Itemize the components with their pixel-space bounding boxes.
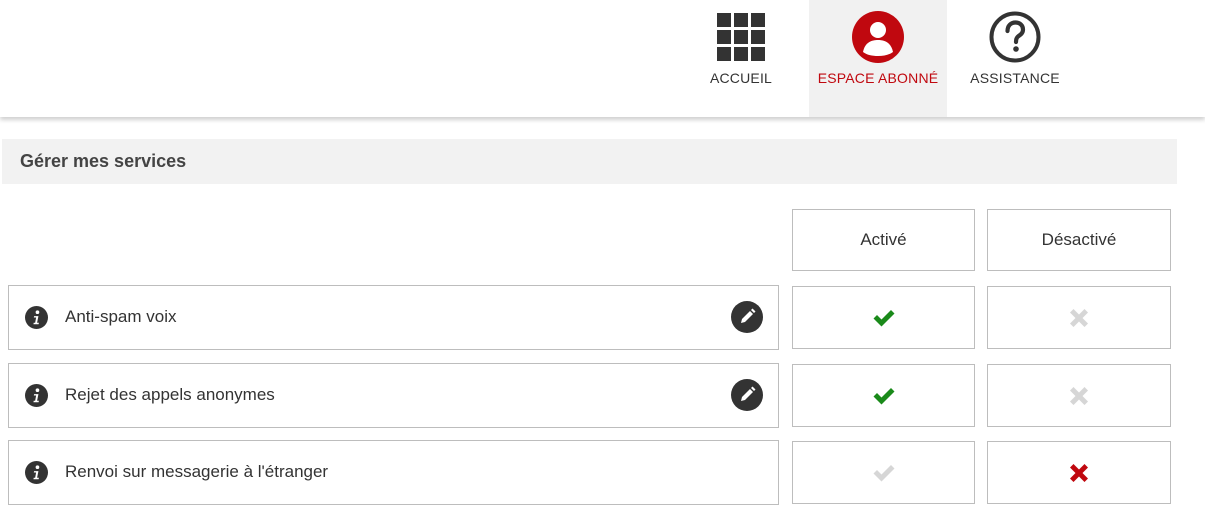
edit-pencil-icon[interactable]	[731, 379, 763, 411]
service-row-renvoi-messagerie: Renvoi sur messagerie à l'étranger	[8, 440, 779, 505]
nav-espace-abonne[interactable]: ESPACE ABONNÉ	[809, 0, 947, 117]
cross-icon	[1070, 308, 1088, 327]
nav-espace-abonne-label: ESPACE ABONNÉ	[817, 70, 939, 86]
column-header-inactive: Désactivé	[987, 209, 1171, 271]
service-label: Rejet des appels anonymes	[65, 385, 275, 404]
check-icon	[873, 464, 894, 481]
service-label: Renvoi sur messagerie à l'étranger	[65, 462, 329, 481]
user-icon	[852, 11, 904, 63]
cross-icon	[1070, 463, 1088, 482]
toggle-inactive-rejet-anonymes[interactable]	[987, 364, 1171, 427]
toggle-inactive-renvoi-messagerie[interactable]	[987, 441, 1171, 504]
nav-assistance-label: ASSISTANCE	[970, 70, 1060, 86]
section-header: Gérer mes services	[2, 139, 1177, 184]
service-row-anti-spam: Anti-spam voix	[8, 285, 779, 350]
info-icon[interactable]	[25, 461, 48, 484]
toggle-active-renvoi-messagerie[interactable]	[792, 441, 975, 504]
info-icon[interactable]	[25, 306, 48, 329]
grid-icon	[717, 13, 765, 61]
help-icon	[989, 11, 1041, 63]
column-header-active: Activé	[792, 209, 975, 271]
toggle-active-anti-spam[interactable]	[792, 286, 975, 349]
nav-assistance[interactable]: ASSISTANCE	[957, 0, 1073, 117]
edit-pencil-icon[interactable]	[731, 301, 763, 333]
nav-accueil[interactable]: ACCUEIL	[701, 0, 781, 117]
top-nav-bar: ACCUEIL ESPACE ABONNÉ ASSISTANCE	[0, 0, 1205, 117]
check-icon	[873, 309, 894, 326]
cross-icon	[1070, 386, 1088, 405]
service-label: Anti-spam voix	[65, 307, 177, 326]
check-icon	[873, 387, 894, 404]
toggle-inactive-anti-spam[interactable]	[987, 286, 1171, 349]
nav-accueil-label: ACCUEIL	[709, 70, 773, 86]
section-title: Gérer mes services	[20, 151, 187, 171]
service-row-rejet-anonymes: Rejet des appels anonymes	[8, 363, 779, 428]
toggle-active-rejet-anonymes[interactable]	[792, 364, 975, 427]
info-icon[interactable]	[25, 384, 48, 407]
